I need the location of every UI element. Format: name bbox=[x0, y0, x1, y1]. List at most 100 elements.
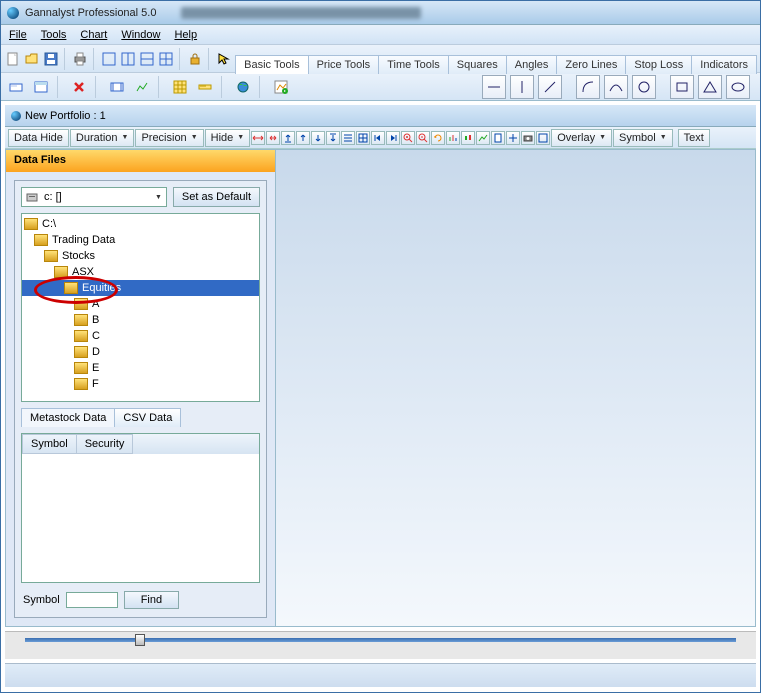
find-button[interactable]: Find bbox=[124, 591, 179, 609]
tab-basic-tools[interactable]: Basic Tools bbox=[235, 55, 308, 74]
bars-icon[interactable] bbox=[446, 131, 460, 145]
line-h-icon[interactable] bbox=[482, 75, 506, 99]
blurred-path bbox=[181, 7, 421, 19]
layout-split-h-icon[interactable] bbox=[120, 48, 136, 70]
data-hide-button[interactable]: Data Hide bbox=[8, 129, 69, 147]
h-expand-icon[interactable] bbox=[251, 131, 265, 145]
list-icon[interactable] bbox=[341, 131, 355, 145]
arrow-down-bar-icon[interactable] bbox=[326, 131, 340, 145]
chart-canvas[interactable] bbox=[276, 150, 755, 626]
window-title: Gannalyst Professional 5.0 bbox=[25, 7, 156, 19]
tree-item[interactable]: B bbox=[22, 312, 259, 328]
menu-file[interactable]: File bbox=[9, 29, 27, 41]
new-doc-icon[interactable] bbox=[5, 48, 21, 70]
line-diag-icon[interactable] bbox=[538, 75, 562, 99]
prev-icon[interactable] bbox=[371, 131, 385, 145]
col-symbol[interactable]: Symbol bbox=[22, 434, 77, 454]
menu-window[interactable]: Window bbox=[121, 29, 160, 41]
arrow-up-bar-icon[interactable] bbox=[281, 131, 295, 145]
col-security[interactable]: Security bbox=[77, 434, 134, 454]
tree-label: D bbox=[92, 346, 100, 358]
secondary-toolbar bbox=[1, 73, 760, 101]
tab-csv[interactable]: CSV Data bbox=[114, 408, 181, 427]
highlight-ellipse bbox=[34, 276, 118, 304]
symbol-button[interactable]: Symbol▼ bbox=[613, 129, 673, 147]
open-folder-icon[interactable] bbox=[24, 48, 40, 70]
save-icon[interactable] bbox=[43, 48, 59, 70]
cursor-icon[interactable] bbox=[216, 48, 232, 70]
zoom-in-icon[interactable] bbox=[401, 131, 415, 145]
candles-icon[interactable] bbox=[461, 131, 475, 145]
panel-icon[interactable] bbox=[30, 76, 52, 98]
text-button[interactable]: Text bbox=[678, 129, 710, 147]
tab-stop-loss[interactable]: Stop Loss bbox=[625, 55, 692, 74]
delete-icon[interactable] bbox=[68, 76, 90, 98]
circle-icon[interactable] bbox=[632, 75, 656, 99]
tool-icon[interactable] bbox=[536, 131, 550, 145]
tree-item[interactable]: D bbox=[22, 344, 259, 360]
print-icon[interactable] bbox=[72, 48, 88, 70]
drive-select[interactable]: c: [] ▼ bbox=[21, 187, 167, 207]
layout-single-icon[interactable] bbox=[101, 48, 117, 70]
menu-bar: File Tools Chart Window Help bbox=[1, 25, 760, 45]
tree-item[interactable]: C bbox=[22, 328, 259, 344]
film-icon[interactable] bbox=[106, 76, 128, 98]
tree-item[interactable]: Trading Data bbox=[22, 232, 259, 248]
overlay-button[interactable]: Overlay▼ bbox=[551, 129, 612, 147]
layout-quad-icon[interactable] bbox=[158, 48, 174, 70]
grid-icon[interactable] bbox=[169, 76, 191, 98]
arc-icon[interactable] bbox=[604, 75, 628, 99]
app-icon bbox=[7, 7, 19, 19]
curve-icon[interactable] bbox=[576, 75, 600, 99]
crosshair-icon[interactable] bbox=[506, 131, 520, 145]
time-slider[interactable] bbox=[5, 631, 756, 659]
drive-label: c: [] bbox=[44, 191, 62, 203]
arrow-down-icon[interactable] bbox=[311, 131, 325, 145]
data-grid[interactable]: Symbol Security bbox=[21, 433, 260, 583]
grid-small-icon[interactable] bbox=[356, 131, 370, 145]
folder-icon bbox=[34, 234, 48, 246]
triangle-icon[interactable] bbox=[698, 75, 722, 99]
arrow-up-icon[interactable] bbox=[296, 131, 310, 145]
zoom-out-icon[interactable] bbox=[416, 131, 430, 145]
tree-item[interactable]: Stocks bbox=[22, 248, 259, 264]
menu-help[interactable]: Help bbox=[174, 29, 197, 41]
next-icon[interactable] bbox=[386, 131, 400, 145]
chart-green-icon[interactable] bbox=[131, 76, 153, 98]
doc-icon[interactable] bbox=[491, 131, 505, 145]
ruler-icon[interactable] bbox=[194, 76, 216, 98]
tab-price-tools[interactable]: Price Tools bbox=[308, 55, 380, 74]
hide-button[interactable]: Hide▼ bbox=[205, 129, 251, 147]
keyboard-icon[interactable] bbox=[5, 76, 27, 98]
chart-play-icon[interactable] bbox=[270, 76, 292, 98]
precision-button[interactable]: Precision▼ bbox=[135, 129, 203, 147]
set-default-button[interactable]: Set as Default bbox=[173, 187, 260, 207]
tab-angles[interactable]: Angles bbox=[506, 55, 558, 74]
tab-indicators[interactable]: Indicators bbox=[691, 55, 757, 74]
tree-item[interactable]: E bbox=[22, 360, 259, 376]
symbol-input[interactable] bbox=[66, 592, 118, 608]
line-v-icon[interactable] bbox=[510, 75, 534, 99]
h-collapse-icon[interactable] bbox=[266, 131, 280, 145]
lock-icon[interactable] bbox=[187, 48, 203, 70]
ellipse-icon[interactable] bbox=[726, 75, 750, 99]
slider-thumb[interactable] bbox=[135, 634, 145, 646]
tab-zero-lines[interactable]: Zero Lines bbox=[556, 55, 626, 74]
camera-icon[interactable] bbox=[521, 131, 535, 145]
tree-item[interactable]: C:\ bbox=[22, 216, 259, 232]
layout-split-v-icon[interactable] bbox=[139, 48, 155, 70]
main-toolbar: Basic Tools Price Tools Time Tools Squar… bbox=[1, 45, 760, 73]
tab-time-tools[interactable]: Time Tools bbox=[378, 55, 449, 74]
tab-metastock[interactable]: Metastock Data bbox=[21, 408, 115, 427]
refresh-icon[interactable] bbox=[431, 131, 445, 145]
rect-icon[interactable] bbox=[670, 75, 694, 99]
folder-tree[interactable]: C:\Trading DataStocksASXEquitiesABCDEF bbox=[21, 213, 260, 402]
menu-tools[interactable]: Tools bbox=[41, 29, 67, 41]
tree-label: E bbox=[92, 362, 99, 374]
menu-chart[interactable]: Chart bbox=[80, 29, 107, 41]
duration-button[interactable]: Duration▼ bbox=[70, 129, 135, 147]
line-chart-icon[interactable] bbox=[476, 131, 490, 145]
globe-icon[interactable] bbox=[232, 76, 254, 98]
tree-item[interactable]: F bbox=[22, 376, 259, 392]
tab-squares[interactable]: Squares bbox=[448, 55, 507, 74]
